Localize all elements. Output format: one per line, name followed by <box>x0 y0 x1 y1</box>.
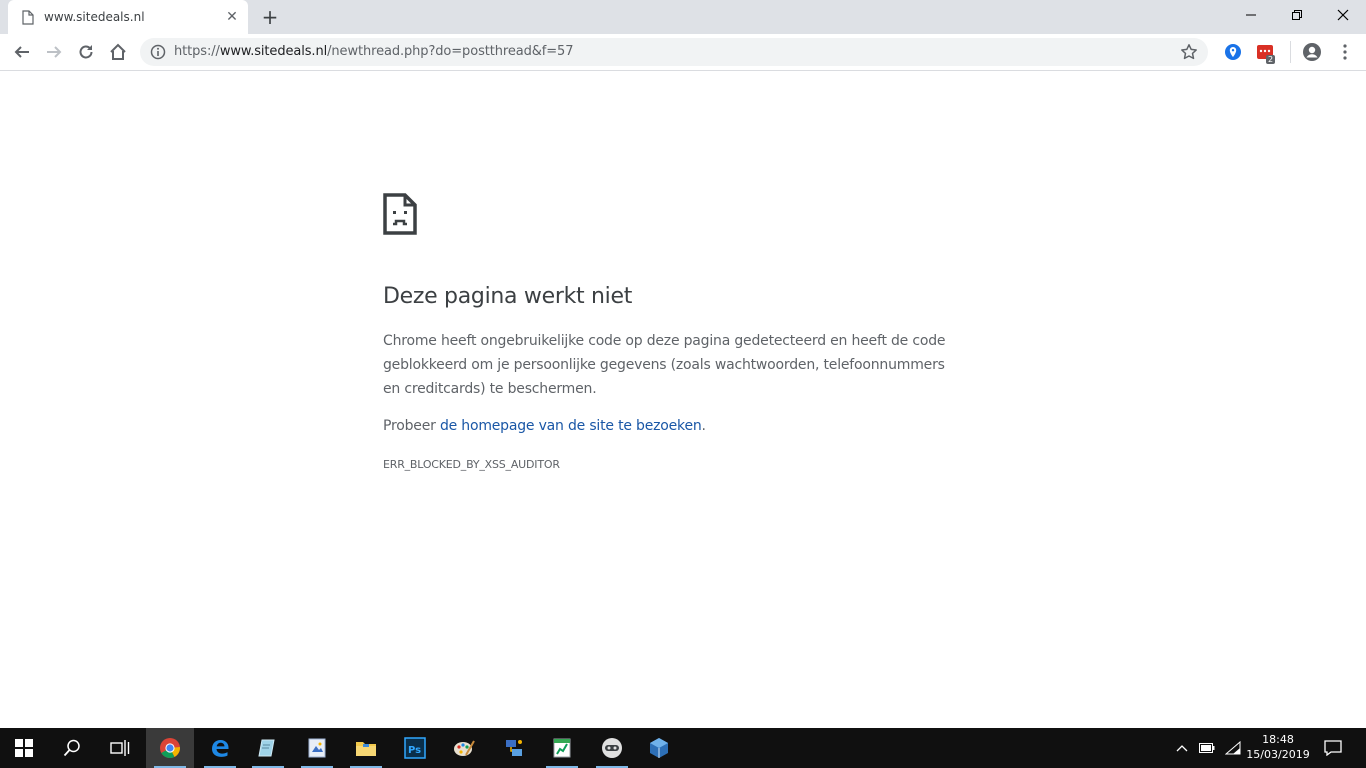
photoshop-icon: Ps <box>404 737 426 759</box>
battery-icon <box>1199 743 1215 753</box>
vpn-icon <box>602 738 622 758</box>
taskbar: Ps 18:48 15/03/2019 <box>0 728 1366 768</box>
start-button[interactable] <box>0 728 48 768</box>
virtualbox-icon <box>650 738 668 758</box>
sad-page-icon <box>383 193 417 235</box>
tab-title: www.sitedeals.nl <box>44 10 145 24</box>
page-icon <box>22 10 34 25</box>
minimize-button[interactable] <box>1228 0 1274 30</box>
wifi-icon <box>1225 741 1241 755</box>
taskbar-network-tool[interactable] <box>490 728 538 768</box>
taskbar-edge[interactable] <box>196 728 244 768</box>
chevron-up-icon <box>1176 745 1188 752</box>
suggestion-suffix: . <box>701 418 706 434</box>
network-tool-icon <box>506 740 522 756</box>
task-view-button[interactable] <box>96 728 144 768</box>
forward-arrow-icon <box>47 46 62 58</box>
browser-toolbar: https://www.sitedeals.nl/newthread.php?d… <box>0 34 1366 71</box>
address-bar[interactable]: https://www.sitedeals.nl/newthread.php?d… <box>140 38 1208 66</box>
spreadsheet-icon <box>553 738 571 758</box>
error-suggestion: Probeer de homepage van de site te bezoe… <box>383 416 706 436</box>
map-pin-icon <box>1225 44 1241 60</box>
url-scheme: https:// <box>174 44 220 59</box>
close-window-icon <box>1337 9 1349 21</box>
new-tab-button[interactable]: + <box>258 6 282 28</box>
error-code: ERR_BLOCKED_BY_XSS_AUDITOR <box>383 458 560 471</box>
file-explorer-icon <box>356 742 376 756</box>
url-text[interactable]: https://www.sitedeals.nl/newthread.php?d… <box>174 44 574 59</box>
restore-icon <box>1292 10 1302 20</box>
battery-button[interactable] <box>1196 728 1218 768</box>
taskbar-chrome[interactable] <box>146 728 194 768</box>
task-view-icon <box>110 740 130 756</box>
toolbar-separator <box>1290 41 1291 63</box>
show-hidden-icons-button[interactable] <box>1172 728 1192 768</box>
taskbar-virtualbox[interactable] <box>635 728 683 768</box>
menu-button[interactable] <box>1333 40 1357 64</box>
home-button[interactable] <box>106 40 130 64</box>
close-icon[interactable]: ✕ <box>224 9 240 25</box>
reload-button[interactable] <box>74 40 98 64</box>
window-close-button[interactable] <box>1320 0 1366 30</box>
error-heading: Deze pagina werkt niet <box>383 284 633 309</box>
homepage-link[interactable]: de homepage van de site te bezoeken <box>440 418 702 434</box>
notification-icon <box>1324 740 1342 756</box>
kebab-menu-icon <box>1343 44 1347 60</box>
url-host: www.sitedeals.nl <box>219 44 328 59</box>
search-icon <box>63 739 80 757</box>
chrome-icon <box>160 738 180 758</box>
clock-time: 18:48 <box>1262 733 1294 746</box>
taskbar-photoshop[interactable]: Ps <box>391 728 439 768</box>
edge-icon <box>212 740 229 757</box>
taskbar-notepad[interactable] <box>244 728 292 768</box>
tab-strip: www.sitedeals.nl ✕ + <box>0 0 1366 34</box>
action-center-button[interactable] <box>1320 728 1346 768</box>
notepad-icon <box>258 739 275 757</box>
forward-button[interactable] <box>42 40 66 64</box>
search-button[interactable] <box>48 728 96 768</box>
browser-tab[interactable]: www.sitedeals.nl ✕ <box>8 0 248 34</box>
home-icon <box>110 43 126 60</box>
paint-icon <box>454 740 475 756</box>
system-clock[interactable]: 18:48 15/03/2019 <box>1240 732 1316 762</box>
back-button[interactable] <box>10 40 34 64</box>
info-icon[interactable] <box>150 44 166 60</box>
error-description: Chrome heeft ongebruikelijke code op dez… <box>383 333 946 397</box>
taskbar-spreadsheet[interactable] <box>538 728 586 768</box>
taskbar-file-explorer[interactable] <box>342 728 390 768</box>
restore-button[interactable] <box>1274 0 1320 30</box>
start-icon <box>15 739 33 757</box>
back-arrow-icon <box>14 46 29 58</box>
extension-badge: 2 <box>1266 55 1276 64</box>
minimize-icon <box>1246 14 1256 16</box>
location-extension-button[interactable] <box>1221 40 1245 64</box>
taskbar-paint[interactable] <box>440 728 488 768</box>
bookmark-star-icon[interactable] <box>1180 43 1198 61</box>
svg-text:Ps: Ps <box>408 745 421 756</box>
suggestion-prefix: Probeer <box>383 418 440 434</box>
url-path: /newthread.php?do=postthread&f=57 <box>327 44 574 59</box>
taskbar-document-viewer[interactable] <box>293 728 341 768</box>
taskbar-vpn[interactable] <box>588 728 636 768</box>
account-icon <box>1303 43 1321 61</box>
reload-icon <box>79 45 93 59</box>
document-viewer-icon <box>308 738 326 758</box>
profile-button[interactable] <box>1300 40 1324 64</box>
clock-date: 15/03/2019 <box>1246 748 1310 761</box>
